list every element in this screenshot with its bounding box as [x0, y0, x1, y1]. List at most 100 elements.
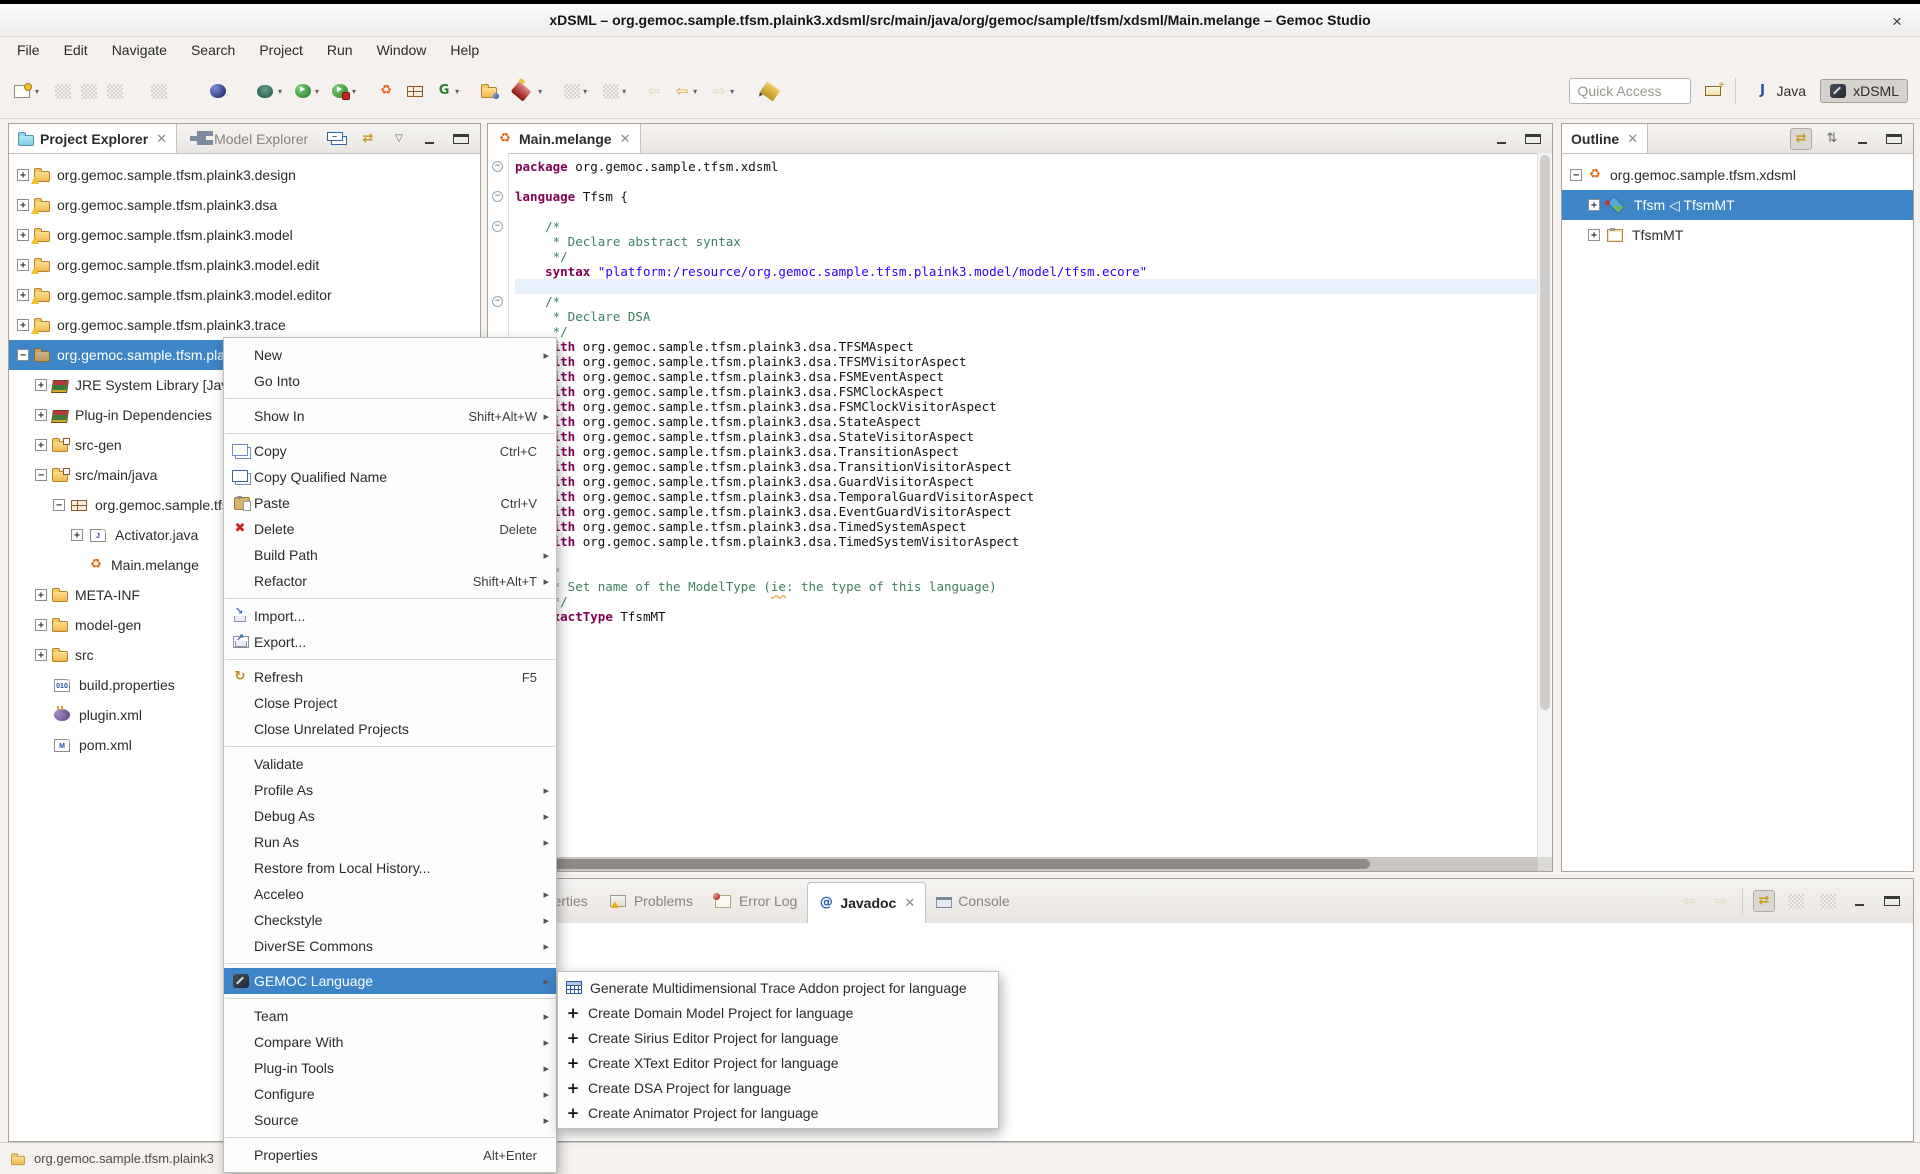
- menu-file[interactable]: File: [6, 39, 51, 61]
- menu-run[interactable]: Run: [316, 39, 364, 61]
- perspective-xdsml[interactable]: xDSML: [1820, 79, 1908, 103]
- context-menu-item-acceleo[interactable]: Acceleo▸: [224, 881, 556, 907]
- context-menu-item-source[interactable]: Source▸: [224, 1107, 556, 1133]
- menu-navigate[interactable]: Navigate: [101, 39, 178, 61]
- expander-collapsed-icon[interactable]: +: [35, 409, 47, 421]
- outline-minimize-button[interactable]: [1852, 128, 1874, 150]
- tab-close-icon[interactable]: ✕: [156, 131, 167, 147]
- context-menu-item-compare-with[interactable]: Compare With▸: [224, 1029, 556, 1055]
- new-wizard-dropdown-icon[interactable]: ▾: [35, 87, 39, 96]
- context-menu-item-configure[interactable]: Configure▸: [224, 1081, 556, 1107]
- context-menu-item-close-unrelated-projects[interactable]: Close Unrelated Projects: [224, 716, 556, 742]
- expander-collapsed-icon[interactable]: +: [71, 529, 83, 541]
- submenu-item-create-xtext-editor-project-for-language[interactable]: +Create XText Editor Project for languag…: [558, 1050, 998, 1075]
- generate-all-button[interactable]: G▾: [434, 78, 461, 104]
- expander-collapsed-icon[interactable]: +: [35, 619, 47, 631]
- editor-horizontal-scrollbar[interactable]: [488, 857, 1538, 871]
- menu-project[interactable]: Project: [248, 39, 314, 61]
- context-menu-item-plug-in-tools[interactable]: Plug-in Tools▸: [224, 1055, 556, 1081]
- context-menu-item-build-path[interactable]: Build Path▸: [224, 542, 556, 568]
- new-melange-project-button[interactable]: ♻: [376, 78, 396, 104]
- previous-annotation-dropdown-icon[interactable]: ▾: [622, 87, 626, 96]
- context-menu-item-new[interactable]: New▸: [224, 342, 556, 368]
- context-menu-item-debug-as[interactable]: Debug As▸: [224, 803, 556, 829]
- last-edit-location-button[interactable]: ⇦: [644, 78, 664, 104]
- outline-sort-button[interactable]: ⇅: [1821, 128, 1843, 150]
- expander-collapsed-icon[interactable]: +: [17, 289, 29, 301]
- project-explorer-view-menu-button[interactable]: ▽: [388, 128, 410, 150]
- expander-expanded-icon[interactable]: −: [1570, 169, 1582, 181]
- open-plugin-artifact-button[interactable]: [479, 78, 499, 104]
- menu-edit[interactable]: Edit: [53, 39, 99, 61]
- project-explorer-link-with-editor-button[interactable]: ⇄: [357, 128, 379, 150]
- context-menu-item-show-in[interactable]: Show InShift+Alt+W▸: [224, 403, 556, 429]
- mark-occurrences-button[interactable]: [754, 78, 786, 104]
- tab-close-icon[interactable]: ✕: [620, 131, 631, 147]
- context-menu-item-team[interactable]: Team▸: [224, 1003, 556, 1029]
- submenu-item-create-dsa-project-for-language[interactable]: +Create DSA Project for language: [558, 1075, 998, 1100]
- bottom-back-history-button[interactable]: ⇦: [1678, 890, 1700, 912]
- expander-collapsed-icon[interactable]: +: [1588, 199, 1600, 211]
- context-menu-item-checkstyle[interactable]: Checkstyle▸: [224, 907, 556, 933]
- acceleo-button[interactable]: [207, 78, 229, 104]
- expander-collapsed-icon[interactable]: +: [17, 169, 29, 181]
- tab-close-icon[interactable]: ✕: [1627, 131, 1638, 147]
- new-modeling-project-button[interactable]: [404, 78, 426, 104]
- run-external-tools-button[interactable]: ▾: [329, 78, 358, 104]
- run-dropdown-icon[interactable]: ▾: [315, 87, 319, 96]
- project-explorer-collapse-all-button[interactable]: [326, 128, 348, 150]
- run-external-tools-dropdown-icon[interactable]: ▾: [352, 87, 356, 96]
- tab-javadoc[interactable]: @Javadoc✕: [807, 882, 926, 923]
- expander-collapsed-icon[interactable]: +: [17, 319, 29, 331]
- context-menu-item-import[interactable]: Import...: [224, 603, 556, 629]
- tab-error-log[interactable]: Error Log: [703, 879, 807, 923]
- context-menu-item-diverse-commons[interactable]: DiverSE Commons▸: [224, 933, 556, 959]
- forward-button[interactable]: ⇨▾: [709, 78, 736, 104]
- tree-item-tfsm-tfsmmt[interactable]: +Tfsm ◁ TfsmMT: [1562, 190, 1913, 220]
- expander-collapsed-icon[interactable]: +: [35, 649, 47, 661]
- context-menu-item-go-into[interactable]: Go Into: [224, 368, 556, 394]
- context-menu-item-gemoc-language[interactable]: GEMOC Language▸: [224, 968, 556, 994]
- expander-collapsed-icon[interactable]: +: [17, 199, 29, 211]
- tree-item-org-gemoc-sample-tfsm-plaink3-design[interactable]: +org.gemoc.sample.tfsm.plaink3.design: [9, 160, 480, 190]
- menu-help[interactable]: Help: [439, 39, 490, 61]
- context-menu-item-copy-qualified-name[interactable]: Copy Qualified Name: [224, 464, 556, 490]
- expander-expanded-icon[interactable]: −: [17, 349, 29, 361]
- project-explorer-minimize-button[interactable]: [419, 128, 441, 150]
- outline-link-with-editor-button[interactable]: ⇄: [1790, 128, 1812, 150]
- window-close-icon[interactable]: ×: [1886, 12, 1908, 34]
- tree-item-org-gemoc-sample-tfsm-plaink3-trace[interactable]: +org.gemoc.sample.tfsm.plaink3.trace: [9, 310, 480, 340]
- expander-collapsed-icon[interactable]: +: [35, 589, 47, 601]
- editor-vertical-scrollbar[interactable]: [1537, 153, 1552, 857]
- tree-item-org-gemoc-sample-tfsm-plaink3-dsa[interactable]: +org.gemoc.sample.tfsm.plaink3.dsa: [9, 190, 480, 220]
- debug-button[interactable]: ▾: [253, 78, 284, 104]
- perspective-java[interactable]: JJava: [1747, 80, 1815, 102]
- tab-outline[interactable]: Outline✕: [1562, 124, 1648, 153]
- back-button[interactable]: ⇦▾: [672, 78, 699, 104]
- tree-item-org-gemoc-sample-tfsm-plaink3-model-edit[interactable]: +org.gemoc.sample.tfsm.plaink3.model.edi…: [9, 250, 480, 280]
- context-menu-item-copy[interactable]: CopyCtrl+C: [224, 438, 556, 464]
- context-menu-item-run-as[interactable]: Run As▸: [224, 829, 556, 855]
- submenu-item-create-sirius-editor-project-for-language[interactable]: +Create Sirius Editor Project for langua…: [558, 1025, 998, 1050]
- context-menu-item-validate[interactable]: Validate: [224, 751, 556, 777]
- generate-all-dropdown-icon[interactable]: ▾: [455, 87, 459, 96]
- context-menu-item-properties[interactable]: PropertiesAlt+Enter: [224, 1142, 556, 1168]
- editor-maximize-button[interactable]: [1522, 128, 1544, 150]
- submenu-item-create-domain-model-project-for-language[interactable]: +Create Domain Model Project for languag…: [558, 1000, 998, 1025]
- fold-collapse-icon[interactable]: −: [492, 221, 503, 232]
- context-menu-item-paste[interactable]: PasteCtrl+V: [224, 490, 556, 516]
- context-menu-item-restore-from-local-history[interactable]: Restore from Local History...: [224, 855, 556, 881]
- tab-problems[interactable]: Problems: [598, 879, 703, 923]
- menu-search[interactable]: Search: [180, 39, 246, 61]
- next-annotation-dropdown-icon[interactable]: ▾: [583, 87, 587, 96]
- code-editor[interactable]: package org.gemoc.sample.tfsm.xdsml lang…: [509, 153, 1538, 857]
- tab-console[interactable]: Console: [926, 879, 1019, 923]
- tab-project-explorer[interactable]: Project Explorer✕: [9, 124, 177, 153]
- open-perspective-button[interactable]: [1702, 80, 1724, 102]
- run-button[interactable]: ▾: [292, 78, 321, 104]
- fold-collapse-icon[interactable]: −: [492, 296, 503, 307]
- context-menu-item-export[interactable]: Export...: [224, 629, 556, 655]
- forward-dropdown-icon[interactable]: ▾: [730, 87, 734, 96]
- search-tool-dropdown-icon[interactable]: ▾: [538, 87, 542, 96]
- back-dropdown-icon[interactable]: ▾: [693, 87, 697, 96]
